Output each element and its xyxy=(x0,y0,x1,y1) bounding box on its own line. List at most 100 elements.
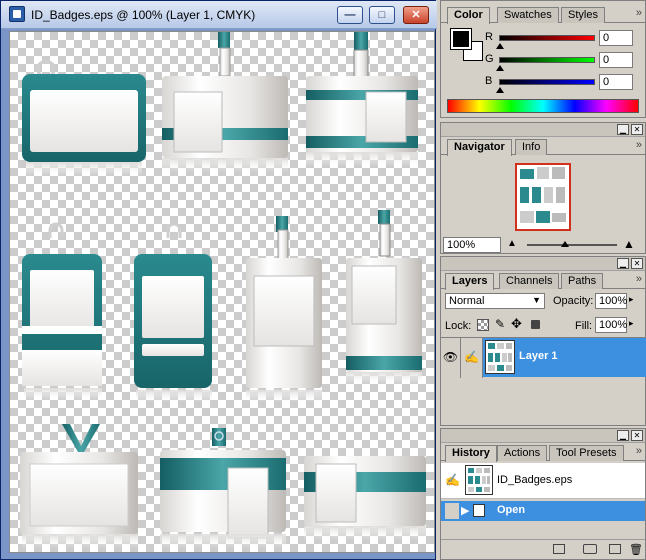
badge-1 xyxy=(22,60,146,176)
navigator-preview-image xyxy=(520,167,566,223)
color-panel-tabs: Color Swatches Styles » xyxy=(441,5,645,24)
snapshot-name: ID_Badges.eps xyxy=(497,474,573,486)
history-state-icon xyxy=(473,504,485,517)
zoom-slider-handle[interactable] xyxy=(561,241,569,247)
navigator-thumbnail[interactable] xyxy=(515,163,571,231)
fill-arrow-icon[interactable]: ▸ xyxy=(629,318,634,329)
panel-menu-icon[interactable]: » xyxy=(636,7,642,19)
trash-icon[interactable]: 🗑 xyxy=(629,543,643,556)
opacity-label: Opacity: xyxy=(553,295,594,307)
slider-g[interactable] xyxy=(499,57,595,63)
tab-info[interactable]: Info xyxy=(515,139,548,155)
tab-history[interactable]: History xyxy=(445,445,497,462)
layers-title-bar[interactable]: ▁ ✕ xyxy=(441,257,645,271)
lock-transparency-icon[interactable] xyxy=(477,319,489,331)
lock-all-icon[interactable] xyxy=(531,320,540,329)
history-tabs: History Actions Tool Presets » xyxy=(441,443,645,462)
slider-b[interactable] xyxy=(499,79,595,85)
badge-3 xyxy=(306,32,418,166)
badge-10 xyxy=(304,456,426,540)
channel-label-r: R xyxy=(485,31,493,43)
zoom-field[interactable]: 100% xyxy=(443,237,501,253)
history-title-bar[interactable]: ▁ ✕ xyxy=(441,429,645,443)
tab-tool-presets[interactable]: Tool Presets xyxy=(549,445,624,461)
lock-paint-icon[interactable]: ✎ xyxy=(495,317,505,331)
snapshot-thumbnail xyxy=(465,465,493,495)
document-title-bar[interactable]: ID_Badges.eps @ 100% (Layer 1, CMYK) — □… xyxy=(1,1,437,29)
opacity-field[interactable]: 100% xyxy=(595,293,627,309)
slider-r[interactable] xyxy=(499,35,595,41)
tab-paths[interactable]: Paths xyxy=(561,273,604,289)
history-snapshot-row[interactable]: ✍ ID_Badges.eps xyxy=(441,463,645,499)
panel-menu-icon[interactable]: » xyxy=(636,273,642,285)
tab-swatches[interactable]: Swatches xyxy=(497,7,559,23)
zoom-out-icon[interactable]: ▲ xyxy=(507,238,517,249)
history-state-arrow-icon: ▶ xyxy=(461,505,470,517)
tab-styles[interactable]: Styles xyxy=(561,7,605,23)
badge-artwork xyxy=(20,32,426,548)
photoshop-doc-icon xyxy=(9,6,25,22)
snapshot-brush-icon[interactable]: ✍ xyxy=(445,473,460,487)
value-g[interactable]: 0 xyxy=(599,52,633,68)
badge-6 xyxy=(246,216,322,402)
navigator-title-bar[interactable]: ▁ ✕ xyxy=(441,123,645,137)
chevron-down-icon: ▼ xyxy=(532,295,541,305)
close-panel-icon[interactable]: ✕ xyxy=(631,258,643,269)
badge-4 xyxy=(22,222,102,400)
opacity-arrow-icon[interactable]: ▸ xyxy=(629,294,634,305)
history-state-open[interactable]: ▶ Open xyxy=(441,501,645,521)
minimize-panel-icon[interactable]: ▁ xyxy=(617,258,629,269)
badge-9 xyxy=(160,428,286,548)
close-button[interactable]: ✕ xyxy=(403,6,429,24)
navigator-panel: ▁ ✕ Navigator Info » 100% ▲ ▲ xyxy=(440,122,646,254)
brush-icon[interactable]: ✍ xyxy=(461,338,483,378)
tab-navigator[interactable]: Navigator xyxy=(447,139,512,156)
navigator-tabs: Navigator Info » xyxy=(441,137,645,156)
tab-layers[interactable]: Layers xyxy=(445,273,495,290)
new-document-icon[interactable] xyxy=(553,544,565,554)
close-panel-icon[interactable]: ✕ xyxy=(631,430,643,441)
minimize-button[interactable]: — xyxy=(337,6,363,24)
blend-mode-select[interactable]: Normal ▼ xyxy=(445,293,545,309)
minimize-panel-icon[interactable]: ▁ xyxy=(617,124,629,135)
badge-7 xyxy=(346,210,422,384)
photoshop-workspace: ID_Badges.eps @ 100% (Layer 1, CMYK) — □… xyxy=(0,0,646,560)
close-panel-icon[interactable]: ✕ xyxy=(631,124,643,135)
panel-menu-icon[interactable]: » xyxy=(636,139,642,151)
layer-name[interactable]: Layer 1 xyxy=(519,350,558,362)
document-window: ID_Badges.eps @ 100% (Layer 1, CMYK) — □… xyxy=(0,0,437,560)
fill-label: Fill: xyxy=(575,320,593,332)
slider-g-handle[interactable] xyxy=(496,65,504,71)
channel-label-b: B xyxy=(485,75,493,87)
foreground-color-swatch[interactable] xyxy=(450,28,472,50)
camera-icon[interactable] xyxy=(583,544,597,554)
blend-mode-value: Normal xyxy=(449,295,485,307)
color-spectrum-bar[interactable] xyxy=(447,99,639,113)
value-r[interactable]: 0 xyxy=(599,30,633,46)
tab-actions[interactable]: Actions xyxy=(497,445,548,461)
history-panel: ▁ ✕ History Actions Tool Presets » ✍ ID_… xyxy=(440,428,646,560)
new-snapshot-icon[interactable] xyxy=(609,544,621,554)
panel-menu-icon[interactable]: » xyxy=(636,445,642,457)
document-canvas[interactable] xyxy=(9,31,435,553)
fill-field[interactable]: 100% xyxy=(595,317,627,333)
restore-button[interactable]: □ xyxy=(369,6,395,24)
slider-r-handle[interactable] xyxy=(496,43,504,49)
value-b[interactable]: 0 xyxy=(599,74,633,90)
zoom-in-icon[interactable]: ▲ xyxy=(623,237,635,251)
tab-channels[interactable]: Channels xyxy=(499,273,560,289)
lock-move-icon[interactable]: ✥ xyxy=(511,316,522,332)
eye-visibility-icon[interactable]: 👁 xyxy=(441,338,461,378)
badge-2 xyxy=(162,32,288,172)
layer-row-layer-1[interactable]: 👁 ✍ Layer 1 xyxy=(441,337,646,378)
lock-label: Lock: xyxy=(445,320,472,332)
layers-panel: ▁ ✕ Layers Channels Paths » Normal ▼ Opa… xyxy=(440,256,646,426)
color-panel: Color Swatches Styles » R 0 G 0 B 0 xyxy=(440,0,646,118)
badge-8 xyxy=(20,424,138,548)
slider-b-handle[interactable] xyxy=(496,87,504,93)
channel-label-g: G xyxy=(485,53,494,65)
zoom-slider[interactable] xyxy=(527,244,617,246)
tab-color[interactable]: Color xyxy=(447,7,490,24)
minimize-panel-icon[interactable]: ▁ xyxy=(617,430,629,441)
history-brush-slot[interactable] xyxy=(445,503,459,519)
